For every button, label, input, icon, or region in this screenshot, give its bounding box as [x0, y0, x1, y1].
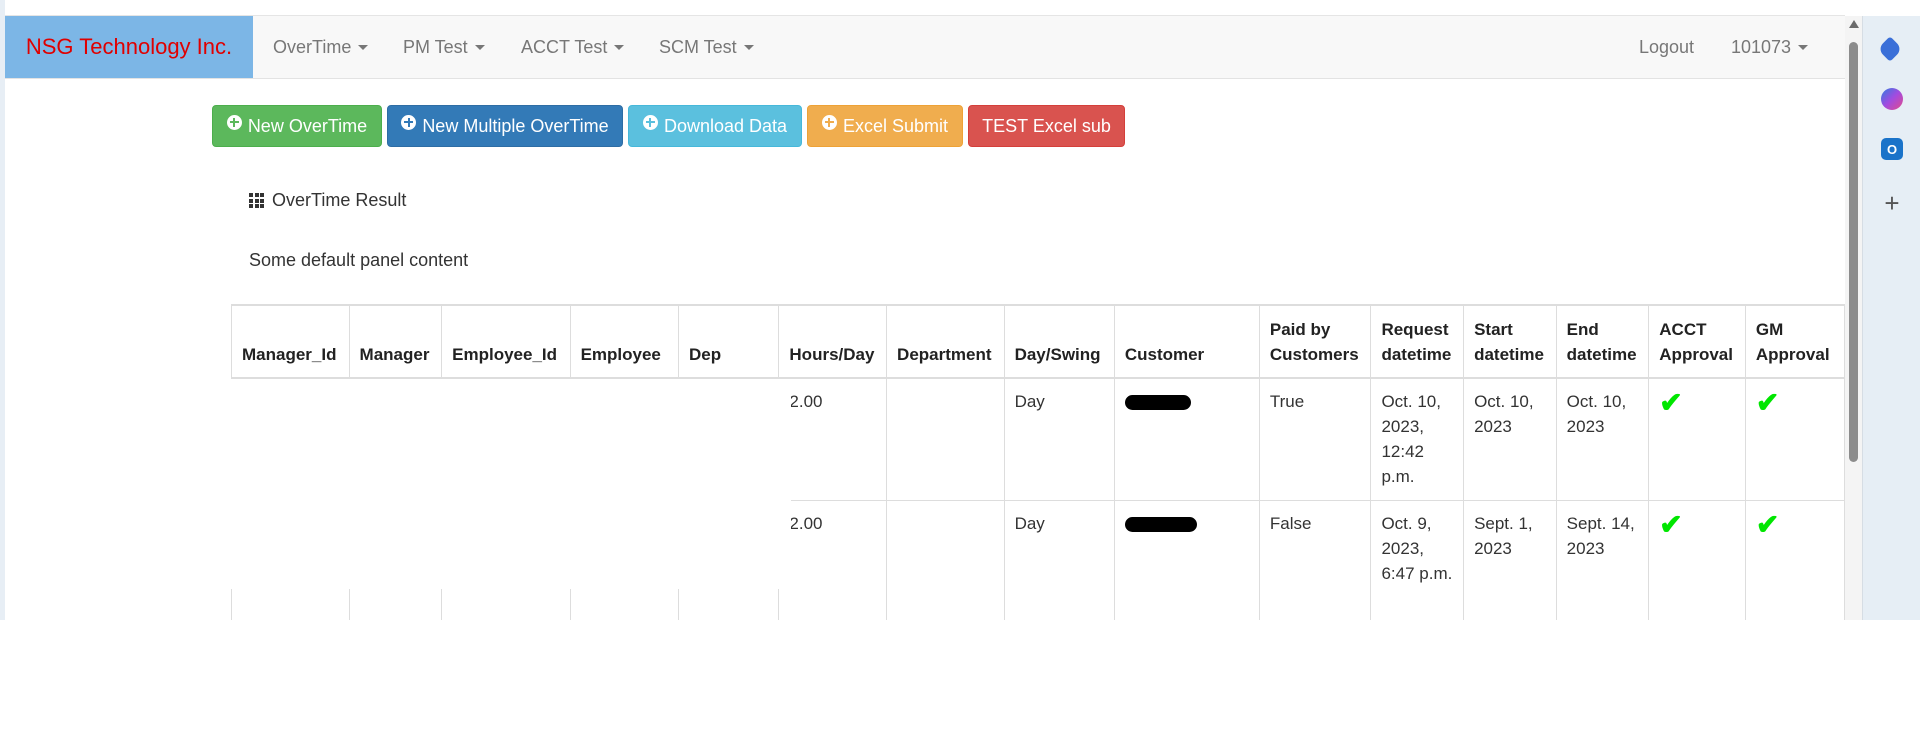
- check-icon: ✔: [1755, 387, 1780, 418]
- excel-submit-label: Excel Submit: [842, 115, 949, 136]
- new-multiple-overtime-button[interactable]: New Multiple OverTime: [387, 105, 623, 147]
- copilot-icon[interactable]: [1881, 88, 1903, 110]
- nav-acct-test-label: ACCT Test: [521, 36, 608, 57]
- redacted-customer: [1124, 517, 1197, 532]
- header-hours-day[interactable]: Hours/Day: [778, 305, 888, 379]
- page-scrollbar-thumb[interactable]: [1849, 42, 1858, 462]
- browser-left-edge: [0, 0, 5, 620]
- plus-circle-icon: [821, 114, 837, 130]
- check-icon: ✔: [1659, 387, 1683, 418]
- cell-end-datetime: Sept. 14, 2023: [1555, 500, 1650, 621]
- page-blank-area: [0, 620, 1920, 737]
- redacted-customer: [1124, 395, 1191, 410]
- cell-customer: [1113, 377, 1260, 501]
- header-customer[interactable]: Customer: [1113, 305, 1260, 379]
- add-icon[interactable]: +: [1881, 190, 1903, 216]
- nav-pm-test-dropdown[interactable]: PM Test: [403, 16, 485, 78]
- nav-overtime-label: OverTime: [273, 36, 352, 57]
- cell-day-swing: Day: [1003, 377, 1115, 501]
- plus-circle-icon: [226, 114, 242, 130]
- header-acct-approval[interactable]: ACCT Approval: [1648, 305, 1746, 379]
- user-id-label: 101073: [1731, 36, 1792, 57]
- scroll-up-arrow-icon[interactable]: [1849, 20, 1859, 28]
- cell-end-datetime: Oct. 10, 2023: [1555, 377, 1650, 501]
- caret-down-icon: [1798, 44, 1809, 50]
- grid-icon: [249, 193, 264, 208]
- header-end-datetime[interactable]: End datetime: [1555, 305, 1650, 379]
- header-department[interactable]: Department: [886, 305, 1005, 379]
- cell-department: [886, 500, 1005, 621]
- header-employee[interactable]: Employee: [569, 305, 679, 379]
- brand-logo[interactable]: NSG Technology Inc.: [5, 16, 253, 78]
- nav-pm-test-label: PM Test: [403, 36, 468, 57]
- header-request-datetime[interactable]: Request datetime: [1370, 305, 1465, 379]
- nav-overtime-dropdown[interactable]: OverTime: [273, 16, 369, 78]
- check-icon: ✔: [1659, 509, 1683, 540]
- panel-title: OverTime Result: [249, 190, 406, 211]
- new-multiple-overtime-label: New Multiple OverTime: [422, 115, 609, 136]
- caret-down-icon: [743, 44, 754, 50]
- cell-acct-approval: ✔: [1648, 377, 1746, 501]
- caret-down-icon: [474, 44, 485, 50]
- new-overtime-label: New OverTime: [247, 115, 368, 136]
- excel-submit-button[interactable]: Excel Submit: [807, 105, 963, 147]
- cell-acct-approval: ✔: [1648, 500, 1746, 621]
- cell-hours: 2.00: [778, 377, 888, 501]
- caret-down-icon: [614, 44, 625, 50]
- overtime-table-container: Manager_Id Manager Employee_Id Employee …: [231, 304, 1845, 621]
- cell-gm-approval: ✔: [1744, 500, 1845, 621]
- header-dep[interactable]: Dep: [677, 305, 780, 379]
- panel-title-text: OverTime Result: [272, 190, 407, 210]
- download-data-label: Download Data: [663, 115, 788, 136]
- new-overtime-button[interactable]: New OverTime: [212, 105, 382, 147]
- header-manager-id[interactable]: Manager_Id: [231, 305, 350, 379]
- cell-hours: 2.00: [778, 500, 888, 621]
- panel-body-text: Some default panel content: [249, 250, 469, 270]
- redaction-block: [231, 379, 791, 589]
- plus-circle-icon: [642, 114, 658, 130]
- cell-day-swing: Day: [1003, 500, 1115, 621]
- test-excel-sub-label: TEST Excel sub: [982, 115, 1111, 136]
- cell-department: [886, 377, 1005, 501]
- cell-paid: True: [1258, 377, 1372, 501]
- logout-link[interactable]: Logout: [1639, 16, 1694, 78]
- test-excel-sub-button[interactable]: TEST Excel sub: [968, 105, 1125, 147]
- cell-request-datetime: Oct. 10, 2023, 12:42 p.m.: [1370, 377, 1465, 501]
- outlook-icon[interactable]: O: [1881, 138, 1903, 160]
- download-data-button[interactable]: Download Data: [628, 105, 802, 147]
- header-manager[interactable]: Manager: [348, 305, 443, 379]
- cell-gm-approval: ✔: [1744, 377, 1845, 501]
- nav-scm-test-label: SCM Test: [659, 36, 737, 57]
- plus-circle-icon: [401, 114, 417, 130]
- cell-paid: False: [1258, 500, 1372, 621]
- table-header-row: Manager_Id Manager Employee_Id Employee …: [231, 305, 1845, 379]
- header-gm-approval[interactable]: GM Approval: [1744, 305, 1845, 379]
- cell-request-datetime: Oct. 9, 2023, 6:47 p.m.: [1370, 500, 1465, 621]
- cell-start-datetime: Oct. 10, 2023: [1463, 377, 1557, 501]
- nav-acct-test-dropdown[interactable]: ACCT Test: [521, 16, 625, 78]
- caret-down-icon: [358, 44, 369, 50]
- header-employee-id[interactable]: Employee_Id: [441, 305, 571, 379]
- cell-customer: [1113, 500, 1260, 621]
- browser-sidebar: O +: [1862, 16, 1920, 620]
- header-start-datetime[interactable]: Start datetime: [1463, 305, 1557, 379]
- nav-scm-test-dropdown[interactable]: SCM Test: [659, 16, 754, 78]
- top-navbar: NSG Technology Inc. OverTime PM Test ACC…: [5, 16, 1845, 79]
- header-paid-by-customers[interactable]: Paid by Customers: [1258, 305, 1372, 379]
- check-icon: ✔: [1755, 509, 1780, 540]
- user-menu-dropdown[interactable]: 101073: [1731, 16, 1809, 78]
- browser-top-edge: [0, 0, 1845, 16]
- cell-start-datetime: Sept. 1, 2023: [1463, 500, 1557, 621]
- header-day-swing[interactable]: Day/Swing: [1003, 305, 1115, 379]
- tag-icon[interactable]: [1877, 36, 1903, 62]
